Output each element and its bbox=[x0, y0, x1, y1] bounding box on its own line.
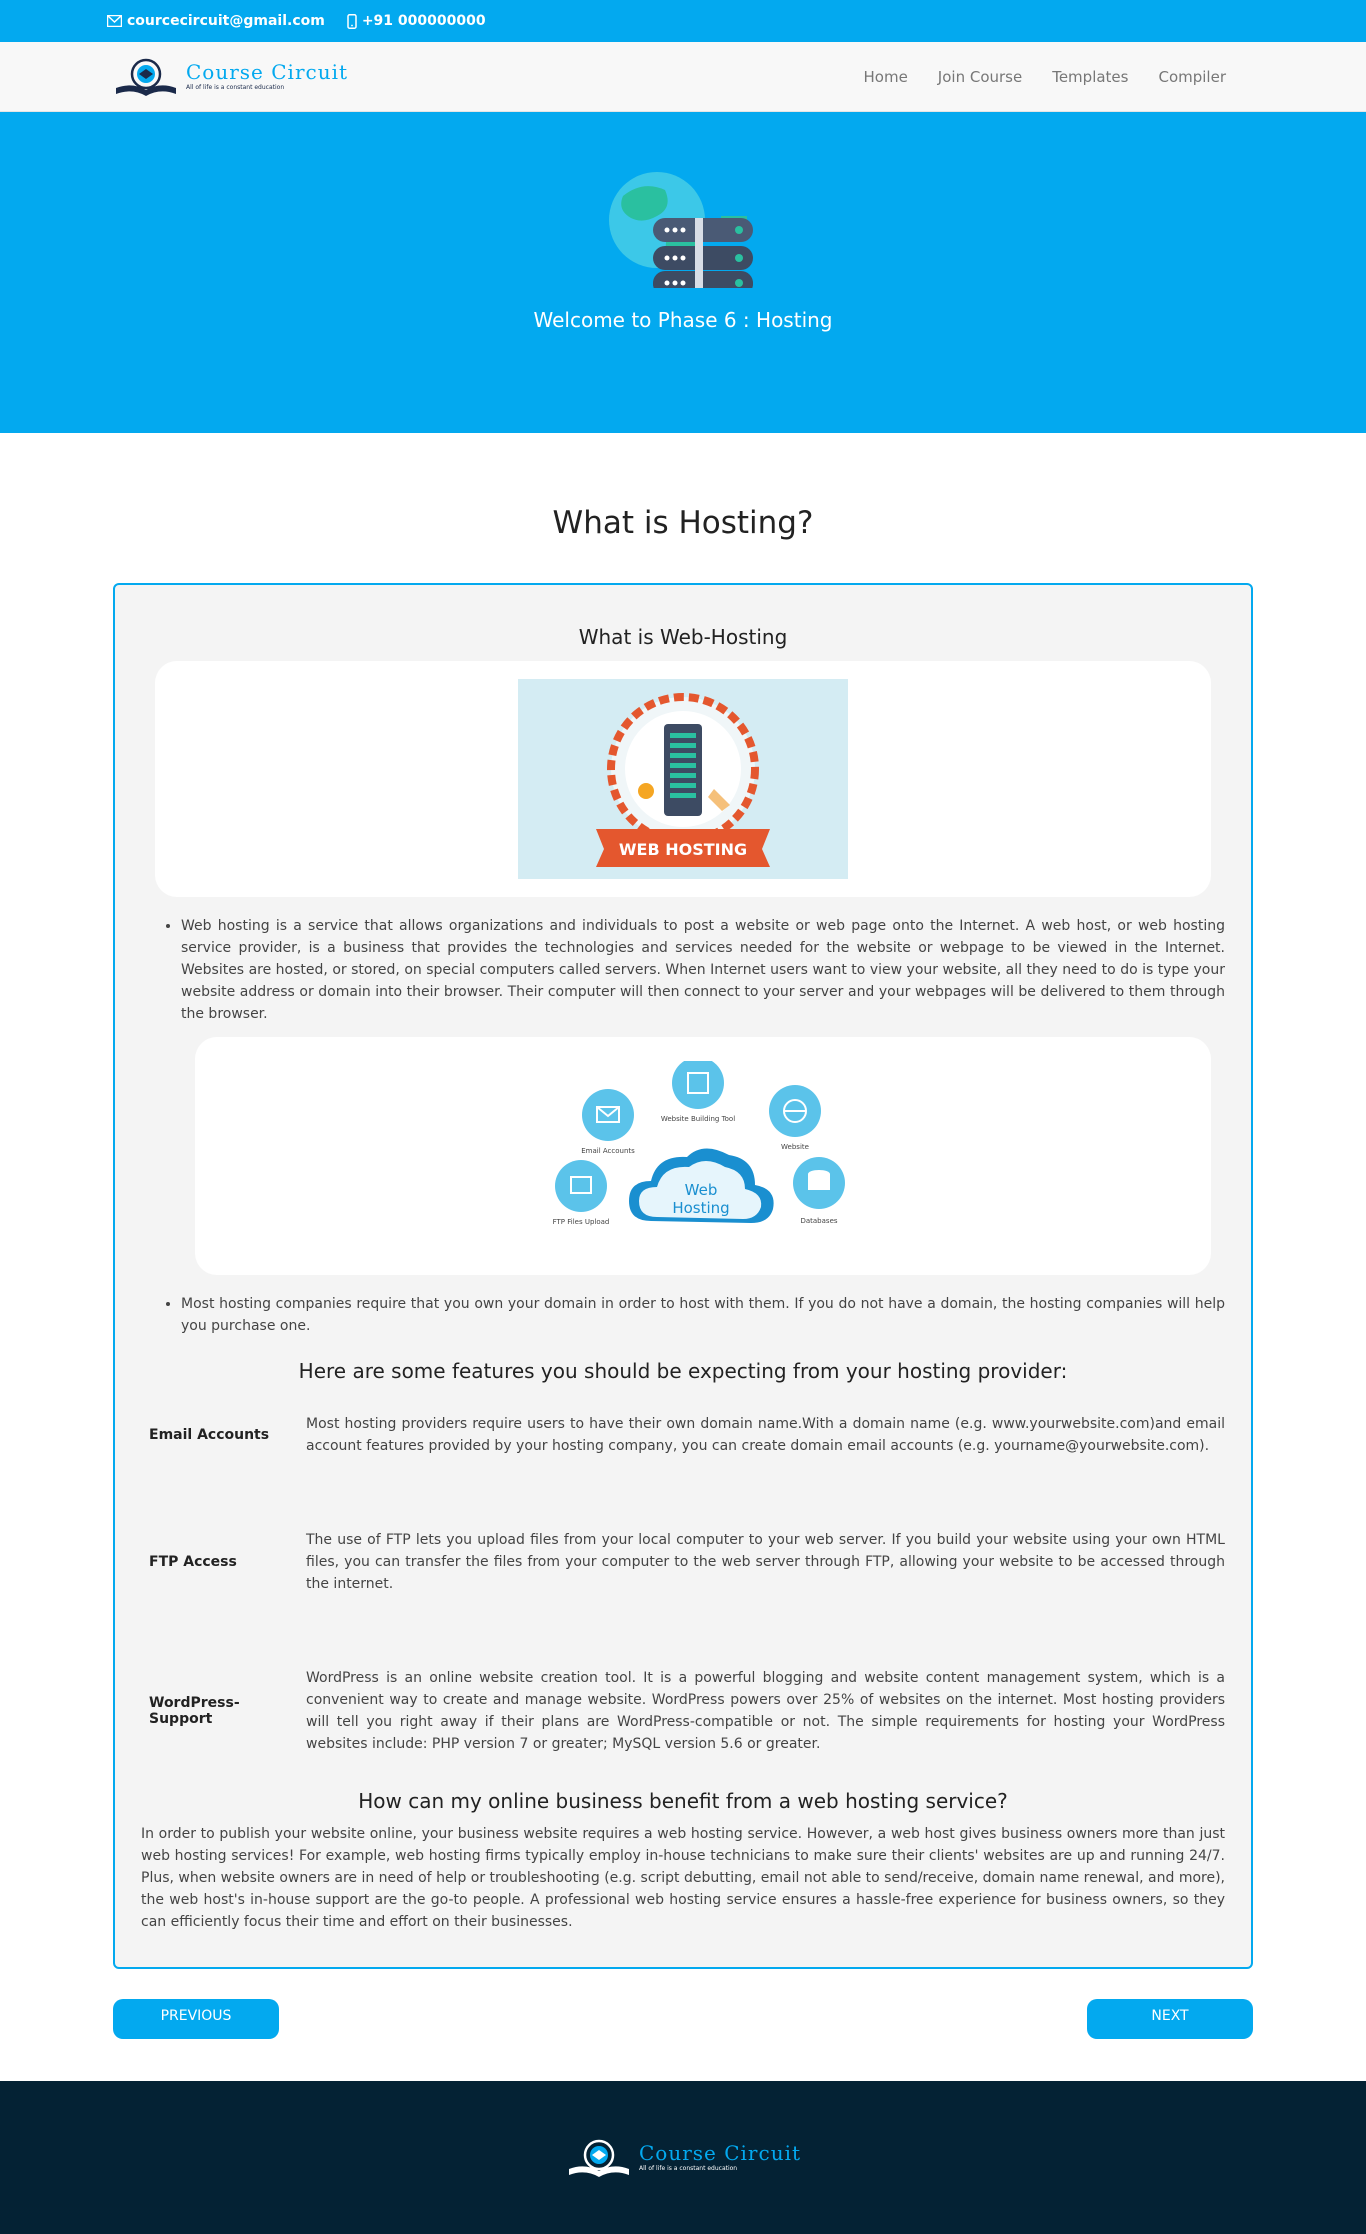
contact-phone[interactable]: +91 000000000 bbox=[347, 13, 486, 29]
web-hosting-badge-image: WEB HOSTING bbox=[518, 679, 848, 879]
badge-text: WEB HOSTING bbox=[619, 840, 747, 859]
feature-row: Email Accounts Most hosting providers re… bbox=[141, 1413, 1225, 1457]
nav-home[interactable]: Home bbox=[864, 68, 908, 86]
globe-server-icon bbox=[609, 172, 753, 288]
contact-bar: courcecircuit@gmail.com +91 000000000 bbox=[0, 0, 1366, 42]
email-accounts-label: Email Accounts bbox=[581, 1147, 635, 1155]
ftp-node: FTP Files Upload bbox=[553, 1160, 610, 1226]
envelope-icon bbox=[107, 15, 122, 27]
benefit-title: How can my online business benefit from … bbox=[358, 1789, 1008, 1813]
email-text: courcecircuit@gmail.com bbox=[127, 13, 325, 29]
previous-button[interactable]: PREVIOUS bbox=[113, 1999, 279, 2039]
feature-text: WordPress is an online website creation … bbox=[306, 1670, 1225, 1752]
brand-logo[interactable]: Course Circuit All of life is a constant… bbox=[112, 54, 348, 100]
building-node: Website Building Tool bbox=[661, 1061, 735, 1123]
hero-title: Welcome to Phase 6 : Hosting bbox=[533, 308, 833, 332]
databases-label: Databases bbox=[800, 1217, 837, 1225]
feature-text: The use of FTP lets you upload files fro… bbox=[306, 1532, 1225, 1592]
footer-brand-name: Course Circuit bbox=[638, 2141, 802, 2165]
bullet-item: Web hosting is a service that allows org… bbox=[181, 915, 1225, 1025]
footer-brand-tagline: All of life is a constant education bbox=[638, 2165, 738, 2172]
phone-text: +91 000000000 bbox=[361, 13, 486, 29]
feature-row: FTP Access The use of FTP lets you uploa… bbox=[141, 1529, 1225, 1595]
brand-tagline: All of life is a constant education bbox=[186, 84, 285, 91]
cloud-line1: Web bbox=[685, 1181, 718, 1199]
card-title: What is Web-Hosting bbox=[578, 625, 788, 649]
book-globe-logo-icon bbox=[568, 2139, 629, 2177]
book-globe-logo-icon bbox=[116, 58, 176, 96]
main-navbar: Course Circuit All of life is a constant… bbox=[0, 42, 1366, 112]
feature-label: WordPress- Support bbox=[149, 1695, 240, 1727]
mobile-phone-icon bbox=[347, 13, 357, 29]
nav-templates[interactable]: Templates bbox=[1052, 68, 1128, 86]
hosting-diagram-box: Email Accounts Website Building Tool Web… bbox=[195, 1037, 1211, 1275]
feature-label: Email Accounts bbox=[149, 1427, 270, 1443]
ftp-files-upload-label: FTP Files Upload bbox=[553, 1218, 610, 1226]
feature-row: WordPress- Support WordPress is an onlin… bbox=[141, 1667, 1225, 1755]
pager: PREVIOUS NEXT bbox=[113, 1999, 1253, 2039]
nav-menu: Home Join Course Templates Compiler bbox=[864, 68, 1227, 86]
feature-text: Most hosting providers require users to … bbox=[306, 1416, 1225, 1454]
nav-compiler[interactable]: Compiler bbox=[1158, 68, 1226, 86]
databases-node: Databases bbox=[793, 1157, 845, 1225]
contact-email[interactable]: courcecircuit@gmail.com bbox=[107, 13, 325, 29]
web-hosting-cloud: Web Hosting bbox=[629, 1148, 774, 1223]
next-button[interactable]: NEXT bbox=[1087, 1999, 1253, 2039]
benefit-text: In order to publish your website online,… bbox=[141, 1826, 1225, 1930]
bullet-list-1: Web hosting is a service that allows org… bbox=[181, 915, 1225, 1025]
bullet-item: Most hosting companies require that you … bbox=[181, 1293, 1225, 1337]
nav-join-course[interactable]: Join Course bbox=[938, 68, 1022, 86]
website-label: Website bbox=[781, 1143, 809, 1151]
cloud-line2: Hosting bbox=[672, 1199, 729, 1217]
website-building-tool-label: Website Building Tool bbox=[661, 1115, 735, 1123]
email-node: Email Accounts bbox=[581, 1089, 635, 1155]
section-title: What is Hosting? bbox=[552, 505, 814, 541]
footer-logo[interactable]: Course Circuit All of life is a constant… bbox=[565, 2135, 801, 2181]
web-hosting-image-box: WEB HOSTING bbox=[155, 661, 1211, 897]
bullet-list-2: Most hosting companies require that you … bbox=[181, 1293, 1225, 1337]
content-card: What is Web-Hosting WEB HOSTING Web host… bbox=[113, 583, 1253, 1969]
features-title: Here are some features you should be exp… bbox=[298, 1359, 1068, 1383]
feature-label: FTP Access bbox=[149, 1554, 237, 1570]
footer: Course Circuit All of life is a constant… bbox=[0, 2081, 1366, 2234]
hosting-services-diagram: Email Accounts Website Building Tool Web… bbox=[553, 1061, 845, 1226]
website-node: Website bbox=[769, 1085, 821, 1151]
brand-name: Course Circuit bbox=[186, 60, 349, 84]
hero-banner: Welcome to Phase 6 : Hosting bbox=[0, 112, 1366, 433]
